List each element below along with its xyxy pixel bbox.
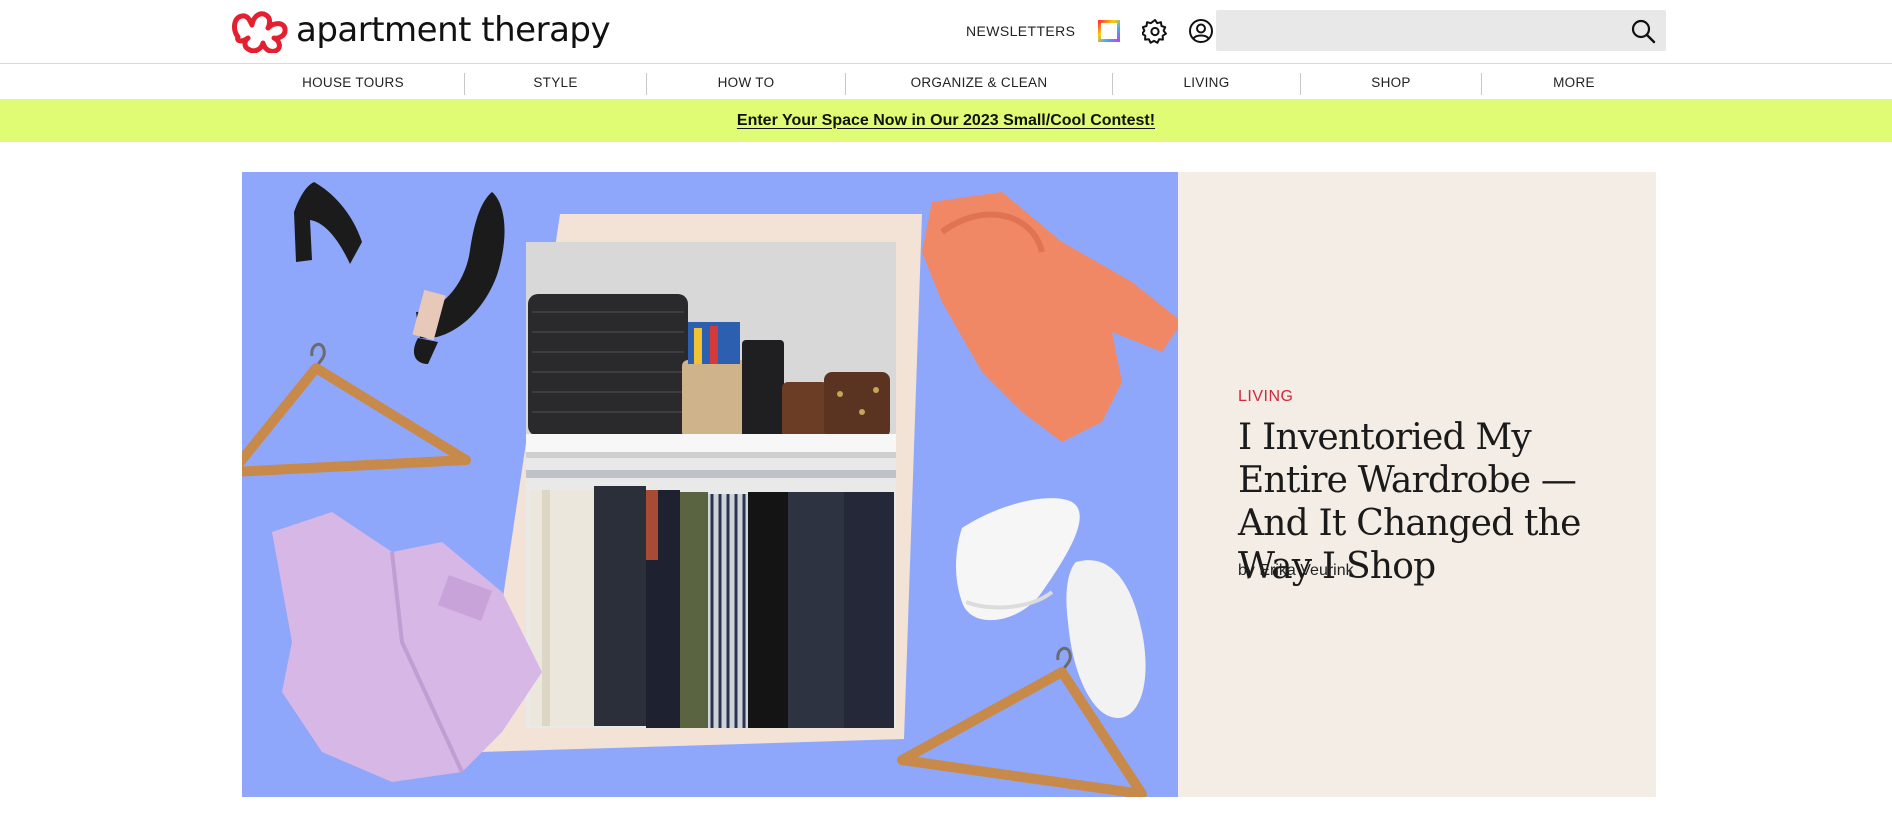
nav-item-house-tours[interactable]: HOUSE TOURS: [242, 65, 464, 99]
search-input[interactable]: [1216, 10, 1616, 51]
color-square-button[interactable]: [1095, 17, 1123, 45]
hero-feature: LIVING I Inventoried My Entire Wardrobe …: [242, 172, 1656, 797]
author-link[interactable]: Erika Veurink: [1259, 562, 1353, 579]
nav-item-how-to[interactable]: HOW TO: [647, 65, 845, 99]
settings-gear-icon: [1142, 19, 1168, 44]
logo-wordmark: apartment therapy: [296, 10, 611, 50]
hero-text-panel: LIVING I Inventoried My Entire Wardrobe …: [1178, 172, 1656, 797]
promo-banner-link[interactable]: Enter Your Space Now in Our 2023 Small/C…: [737, 112, 1155, 130]
main-nav: HOUSE TOURS STYLE HOW TO ORGANIZE & CLEA…: [0, 65, 1892, 99]
nav-item-shop[interactable]: SHOP: [1301, 65, 1481, 99]
hero-byline: by Erika Veurink: [1238, 562, 1354, 580]
account-icon: [1189, 19, 1214, 43]
newsletters-link[interactable]: NEWSLETTERS: [966, 23, 1075, 39]
promo-banner: Enter Your Space Now in Our 2023 Small/C…: [0, 99, 1892, 142]
hero-image[interactable]: [242, 172, 1178, 797]
account-button[interactable]: [1187, 17, 1215, 45]
nav-item-organize-clean[interactable]: ORGANIZE & CLEAN: [846, 65, 1112, 99]
settings-button[interactable]: [1141, 17, 1169, 45]
color-square-icon: [1098, 20, 1121, 42]
search-button[interactable]: [1630, 18, 1656, 44]
nav-item-style[interactable]: STYLE: [465, 65, 646, 99]
search-icon: [1631, 19, 1656, 44]
hero-category-link[interactable]: LIVING: [1238, 388, 1293, 406]
site-header: apartment therapy NEWSLETTERS: [0, 0, 1892, 64]
site-logo[interactable]: apartment therapy: [230, 7, 611, 53]
nav-item-more[interactable]: MORE: [1482, 65, 1666, 99]
byline-prefix: by: [1238, 562, 1255, 579]
wardrobe-collage-illustration: [242, 182, 1178, 797]
nav-item-living[interactable]: LIVING: [1113, 65, 1300, 99]
logo-mark-icon: [232, 11, 288, 53]
header-actions: NEWSLETTERS: [966, 10, 1233, 52]
search-bar: [1216, 10, 1666, 51]
